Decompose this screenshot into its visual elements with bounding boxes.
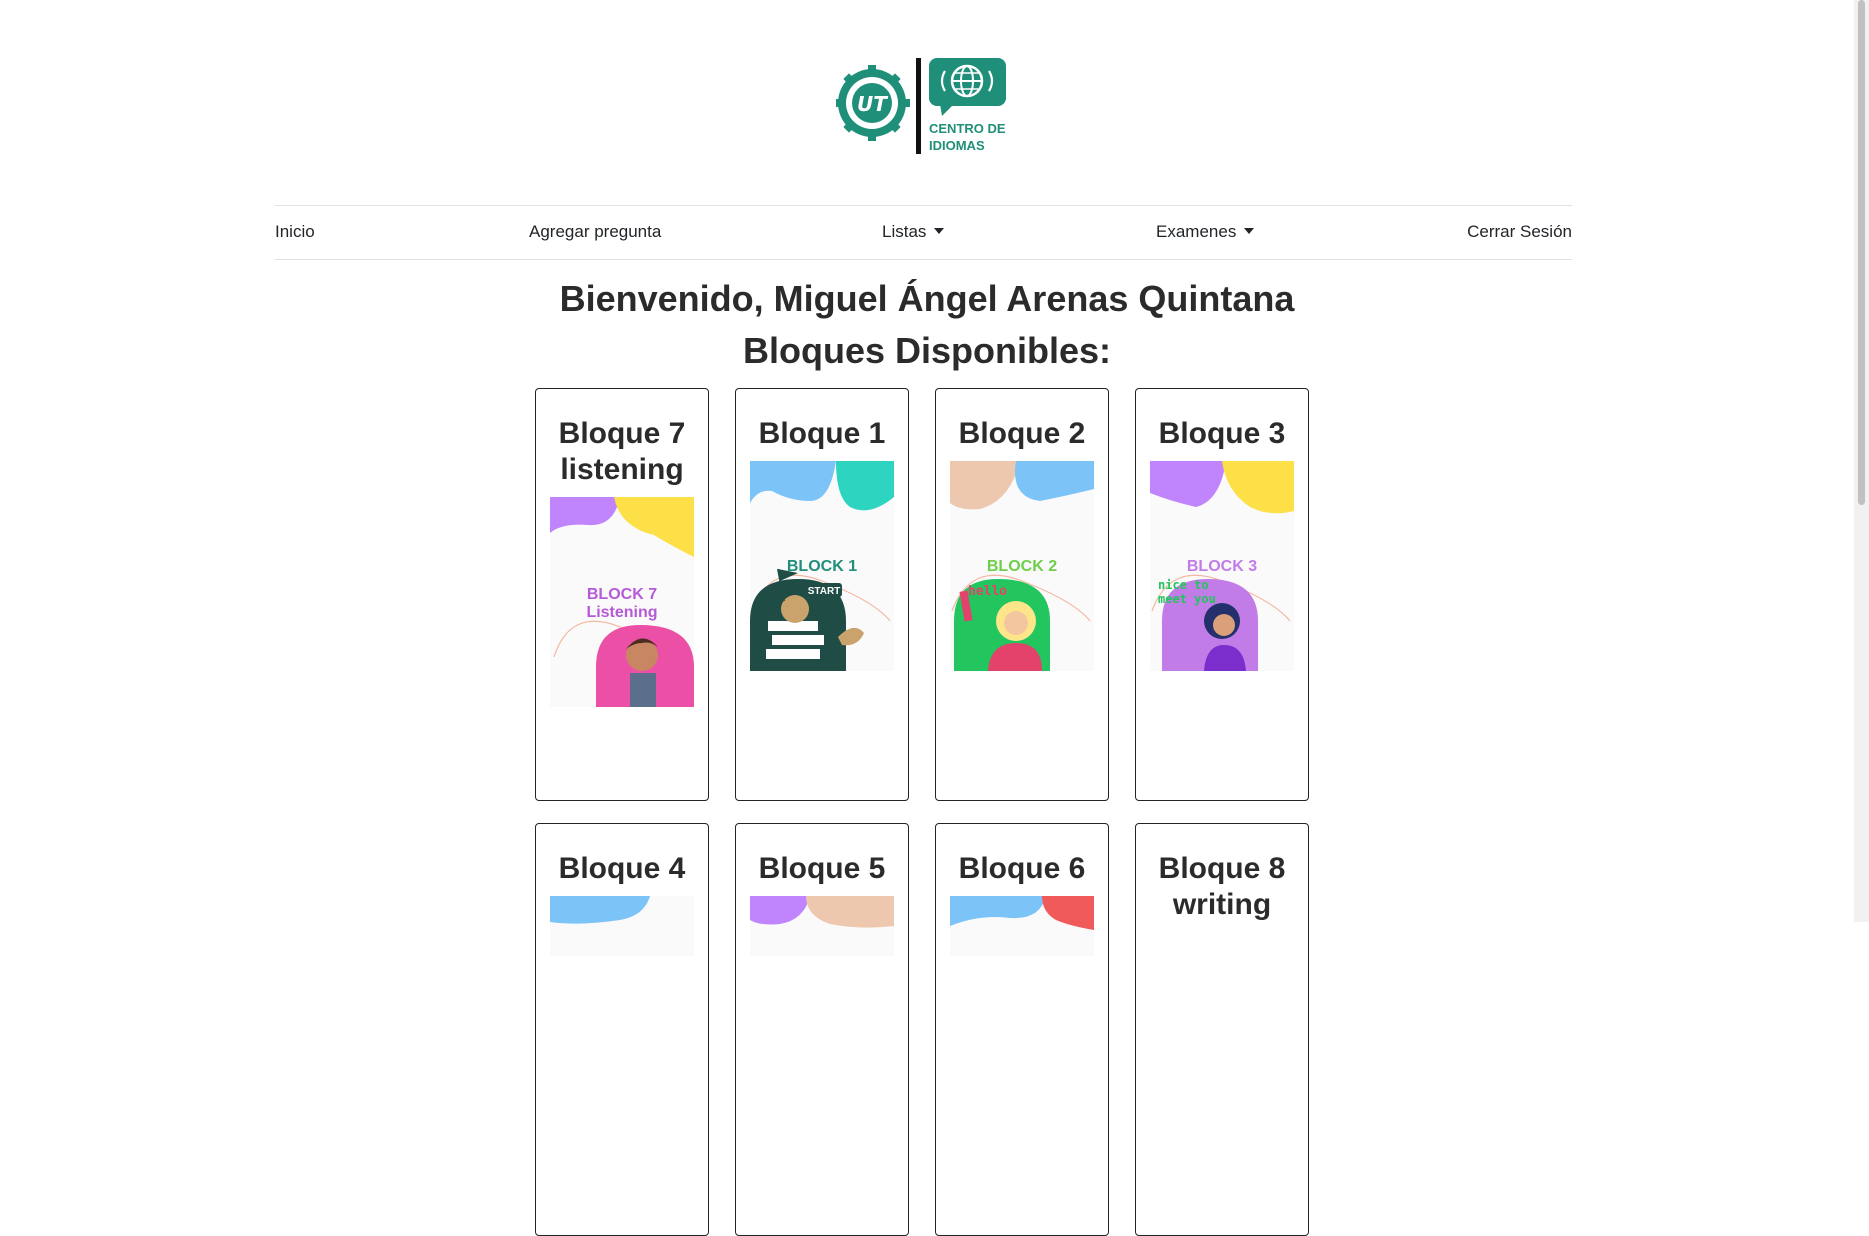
card-title: Bloque 3 bbox=[1136, 416, 1308, 452]
logo-label: CENTRO DE IDIOMAS bbox=[929, 120, 1006, 154]
block-3-image: nice to meet you BLOCK 3 bbox=[1150, 461, 1294, 671]
page-scrollbar[interactable] bbox=[1854, 0, 1869, 922]
block-1-img-line1: BLOCK 1 bbox=[787, 558, 857, 575]
block-2-img-line1: BLOCK 2 bbox=[987, 558, 1057, 575]
nav-examenes-label: Examenes bbox=[1156, 222, 1237, 241]
card-title-line1: Bloque 1 bbox=[758, 417, 886, 450]
block-7-image: BLOCK 7 Listening bbox=[550, 497, 694, 707]
scrollbar-thumb[interactable] bbox=[1858, 0, 1865, 505]
nav-listas-dropdown[interactable]: Listas bbox=[882, 222, 945, 242]
card-title: Bloque 8 writing bbox=[1136, 851, 1308, 923]
block-card-6[interactable]: Bloque 6 bbox=[935, 823, 1109, 1236]
nav-listas-label: Listas bbox=[882, 222, 927, 241]
card-title: Bloque 7 listening bbox=[536, 416, 708, 488]
block-card-5[interactable]: Bloque 5 bbox=[735, 823, 909, 1236]
seal-text: UT bbox=[857, 92, 888, 116]
block-card-2[interactable]: Bloque 2 hello BLOCK 2 bbox=[935, 388, 1109, 801]
card-title-line2: writing bbox=[1172, 888, 1272, 921]
block-1-image: START BLOCK 1 bbox=[750, 461, 894, 671]
main-navbar: Inicio Agregar pregunta Listas Examenes … bbox=[275, 205, 1572, 260]
block-3-img-tag: nice to bbox=[1158, 578, 1209, 592]
card-title-line1: Bloque 7 bbox=[558, 417, 686, 450]
blocks-heading: Bloques Disponibles: bbox=[742, 330, 1112, 371]
card-title: Bloque 4 bbox=[536, 851, 708, 887]
card-title-line1: Bloque 2 bbox=[958, 417, 1086, 450]
logo-label-line2: IDIOMAS bbox=[929, 138, 985, 153]
card-title: Bloque 5 bbox=[736, 851, 908, 887]
card-title-line1: Bloque 3 bbox=[1158, 417, 1286, 450]
block-3-img-line1: BLOCK 3 bbox=[1187, 558, 1257, 575]
welcome-heading: Bienvenido, Miguel Ángel Arenas Quintana bbox=[559, 278, 1295, 319]
caret-down-icon bbox=[1244, 228, 1255, 234]
card-title-line1: Bloque 6 bbox=[958, 852, 1086, 885]
block-card-4[interactable]: Bloque 4 bbox=[535, 823, 709, 1236]
card-title: Bloque 1 bbox=[736, 416, 908, 452]
block-card-8[interactable]: Bloque 8 writing bbox=[1135, 823, 1309, 1236]
nav-examenes-dropdown[interactable]: Examenes bbox=[1156, 222, 1255, 242]
card-title: Bloque 6 bbox=[936, 851, 1108, 887]
nav-inicio[interactable]: Inicio bbox=[275, 222, 315, 242]
block-card-1[interactable]: Bloque 1 START BLOCK 1 bbox=[735, 388, 909, 801]
block-5-image bbox=[750, 896, 894, 956]
logo-label-line1: CENTRO DE bbox=[929, 121, 1006, 136]
block-4-image bbox=[550, 896, 694, 956]
block-card-3[interactable]: Bloque 3 nice to meet you BLOCK 3 bbox=[1135, 388, 1309, 801]
block-3-img-tag2: meet you bbox=[1158, 592, 1216, 606]
nav-agregar-pregunta[interactable]: Agregar pregunta bbox=[529, 222, 661, 242]
card-title-line1: Bloque 5 bbox=[758, 852, 886, 885]
card-title: Bloque 2 bbox=[936, 416, 1108, 452]
caret-down-icon bbox=[934, 228, 945, 234]
block-7-img-line1: BLOCK 7 bbox=[587, 586, 657, 603]
block-6-image bbox=[950, 896, 1094, 956]
block-2-image: hello BLOCK 2 bbox=[950, 461, 1094, 671]
logo-divider bbox=[916, 58, 921, 154]
card-title-line1: Bloque 8 bbox=[1158, 852, 1286, 885]
card-title-line1: Bloque 4 bbox=[558, 852, 686, 885]
block-7-img-line2: Listening bbox=[586, 604, 657, 621]
block-1-img-tag: START bbox=[808, 586, 841, 597]
nav-cerrar-sesion[interactable]: Cerrar Sesión bbox=[1467, 222, 1572, 242]
card-title-line2: listening bbox=[560, 453, 684, 486]
block-2-img-tag: hello bbox=[968, 584, 1007, 599]
block-card-7[interactable]: Bloque 7 listening BLOCK 7 Listening bbox=[535, 388, 709, 801]
